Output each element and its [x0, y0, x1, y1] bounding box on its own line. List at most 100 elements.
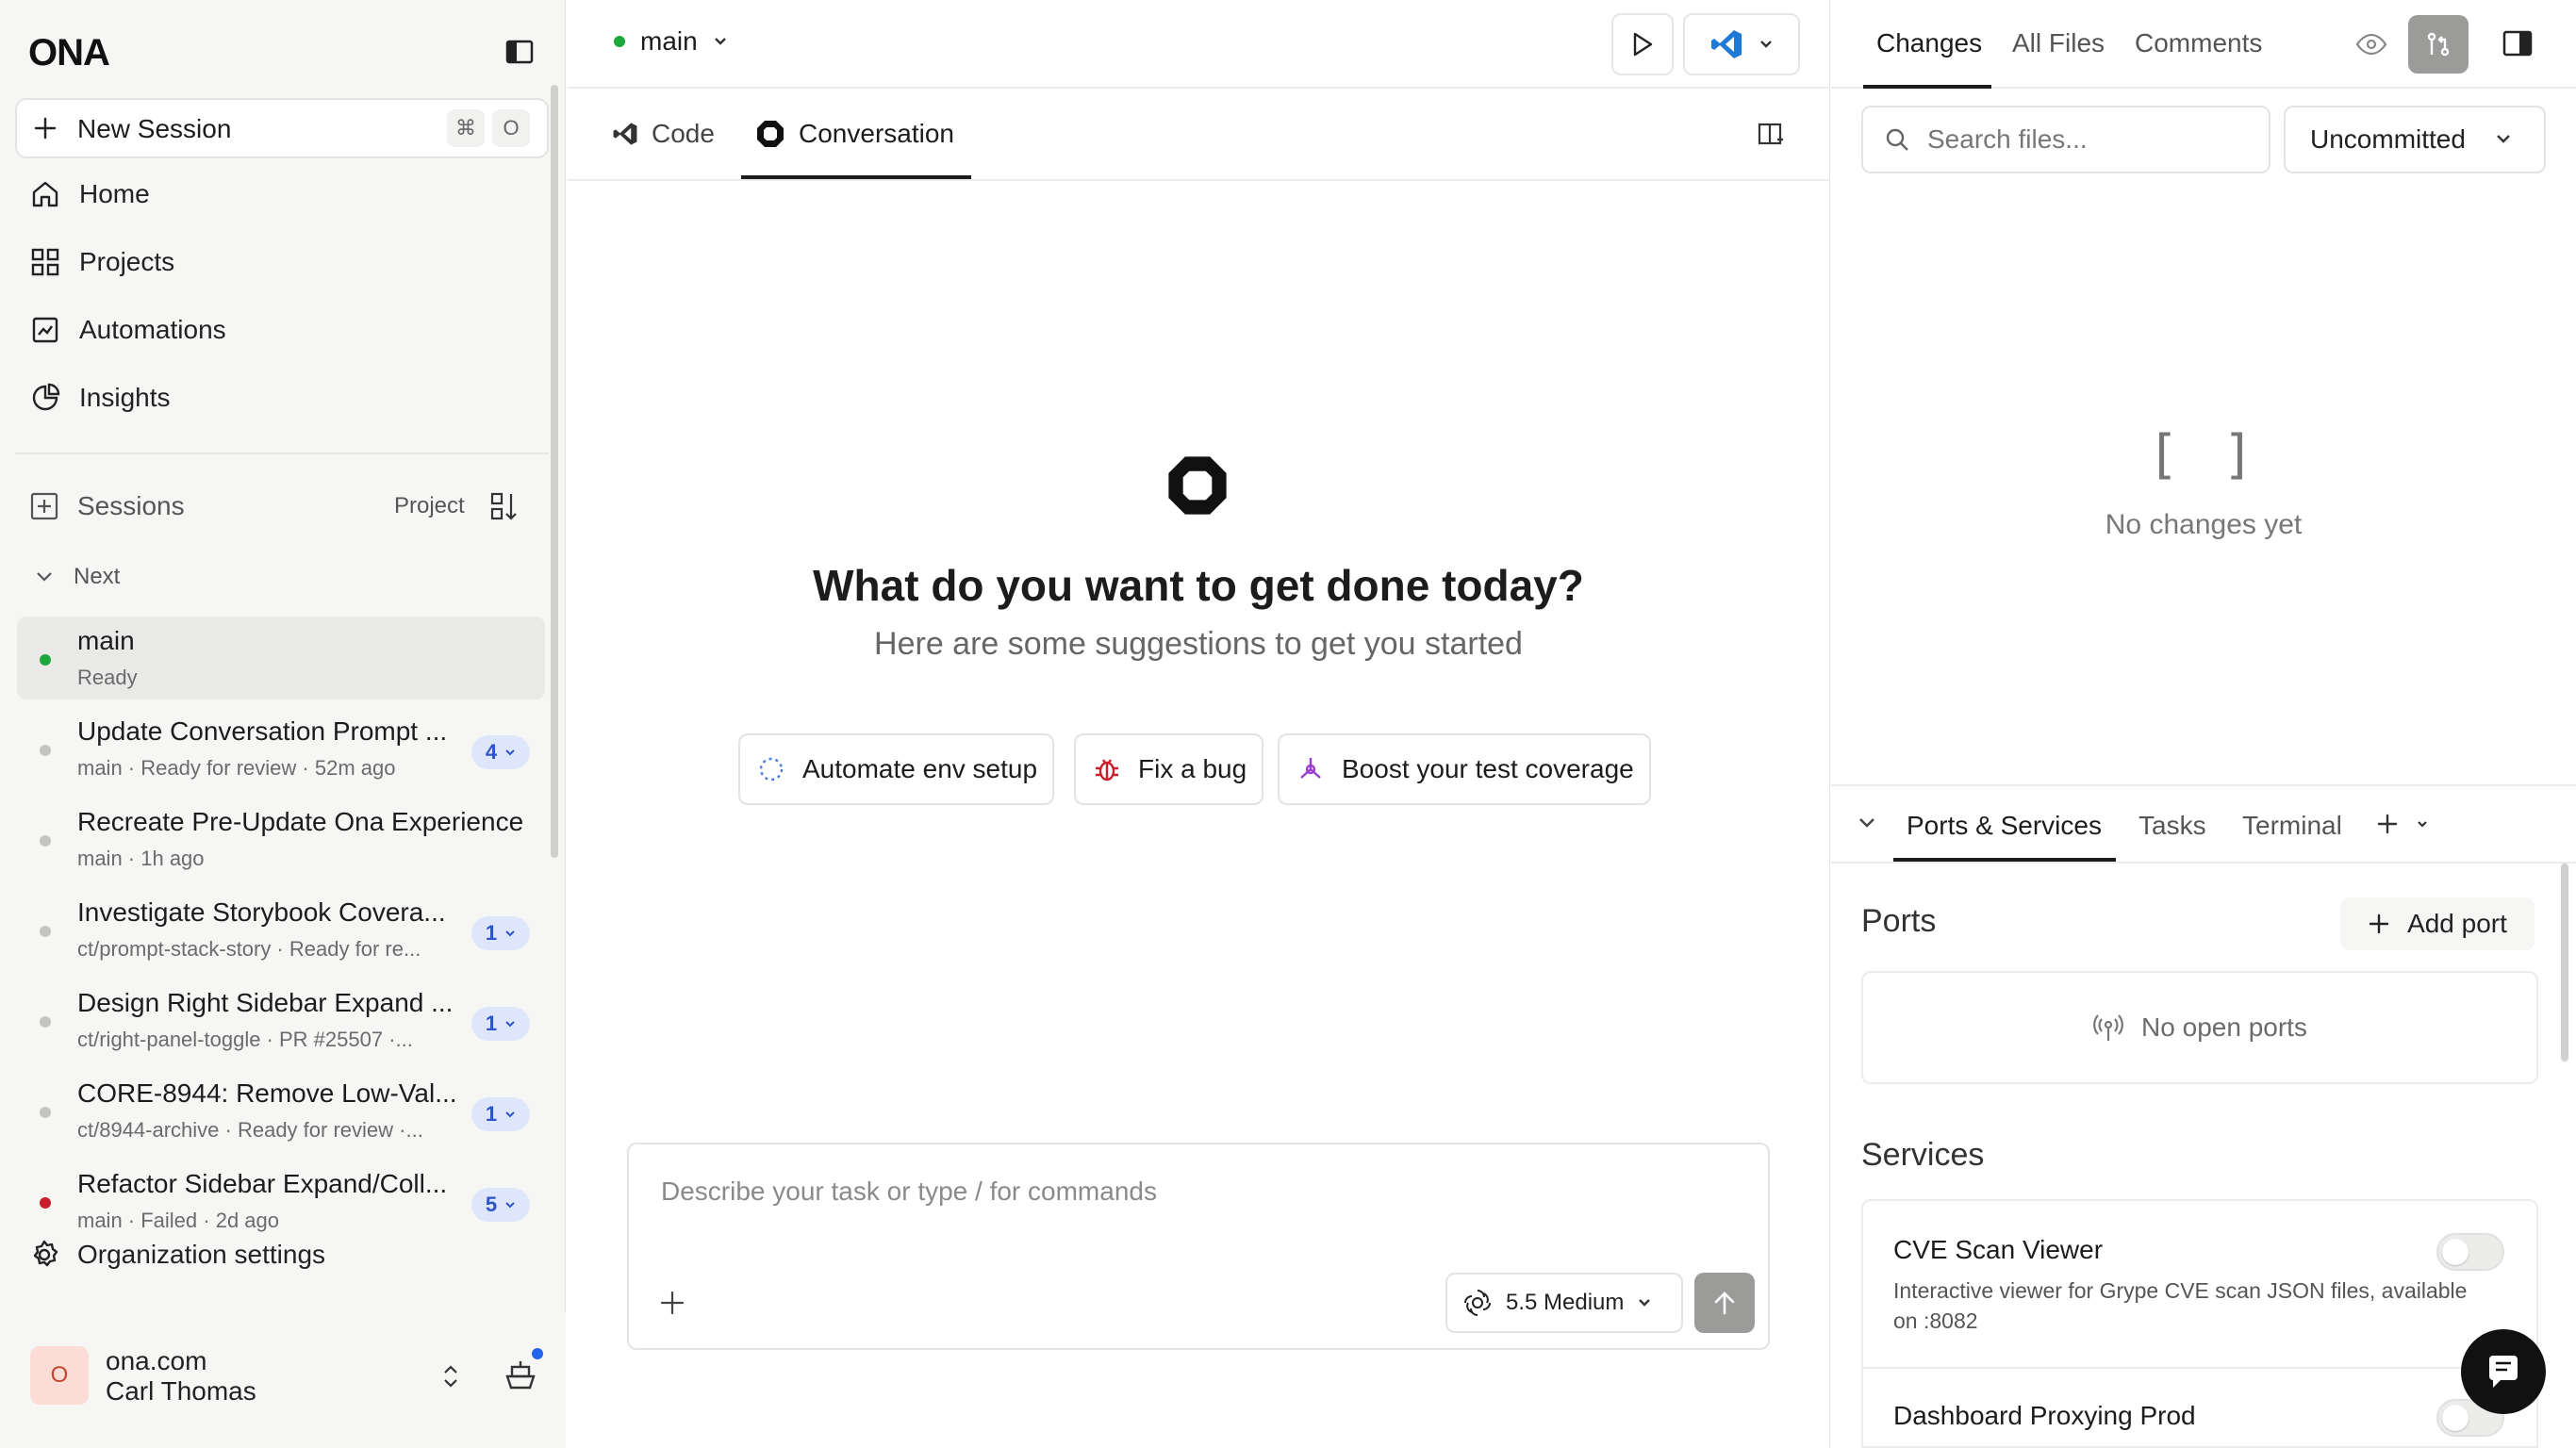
session-title: Investigate Storybook Covera... — [77, 897, 446, 927]
service-card[interactable]: Dashboard Proxying Prod — [1861, 1369, 2538, 1448]
tab-changes[interactable]: Changes — [1876, 28, 1982, 58]
chevron-down-icon — [505, 1202, 515, 1209]
session-status-dot — [40, 926, 51, 937]
active-tab-indicator — [741, 175, 971, 179]
panel-toggle-icon[interactable] — [2502, 30, 2533, 57]
badge-count: 1 — [485, 1012, 498, 1035]
empty-state-heading: What do you want to get done today? — [813, 561, 1584, 610]
service-card[interactable]: CVE Scan Viewer Interactive viewer for G… — [1861, 1199, 2538, 1369]
session-item[interactable]: CORE-8944: Remove Low-Val... ct/8944-arch… — [17, 1069, 545, 1152]
collapse-panel-icon[interactable] — [1858, 816, 1876, 830]
tab-comments[interactable]: Comments — [2135, 28, 2262, 58]
shortcut-cmd-key: ⌘ — [447, 109, 485, 147]
sidebar-scrollbar[interactable] — [551, 85, 558, 858]
tab-terminal[interactable]: Terminal — [2242, 811, 2342, 841]
tab-conversation-label: Conversation — [799, 119, 954, 148]
run-button[interactable] — [1611, 13, 1674, 75]
session-count-badge[interactable]: 4 — [471, 735, 530, 769]
ona-logo-icon — [1164, 452, 1230, 518]
suggestion-test-coverage[interactable]: Boost your test coverage — [1278, 733, 1651, 805]
add-session-icon[interactable] — [28, 490, 60, 522]
new-session-label: New Session — [77, 114, 232, 143]
add-tab-button[interactable] — [2376, 813, 2429, 835]
uncommitted-dropdown[interactable]: Uncommitted — [2284, 106, 2546, 173]
tab-ports-services[interactable]: Ports & Services — [1907, 811, 2102, 841]
nav-insights[interactable]: Insights — [28, 371, 171, 424]
new-session-button[interactable]: New Session ⌘ O — [15, 98, 549, 158]
service-toggle[interactable] — [2436, 1233, 2504, 1271]
service-name: Dashboard Proxying Prod — [1893, 1401, 2196, 1430]
nav-automations[interactable]: Automations — [28, 304, 226, 356]
filter-label: Uncommitted — [2310, 124, 2466, 154]
session-subtitle: Ready — [77, 666, 138, 689]
tab-tasks[interactable]: Tasks — [2138, 811, 2206, 841]
session-item[interactable]: Design Right Sidebar Expand ... ct/right-… — [17, 979, 545, 1061]
tab-conversation[interactable]: Conversation — [755, 119, 954, 149]
nav-projects[interactable]: Projects — [28, 236, 174, 288]
diff-view-button[interactable] — [2408, 15, 2469, 74]
session-item[interactable]: Update Conversation Prompt ... main · Rea… — [17, 707, 545, 790]
main-panel: main Code Conversation What do you want … — [567, 0, 1830, 1448]
open-in-editor-button[interactable] — [1683, 13, 1800, 75]
user-menu[interactable]: O ona.com Carl Thomas — [0, 1312, 566, 1448]
session-title: Design Right Sidebar Expand ... — [77, 988, 454, 1017]
session-count-badge[interactable]: 1 — [471, 1097, 530, 1131]
session-count-badge[interactable]: 1 — [471, 916, 530, 950]
session-subtitle: main · Failed · 2d ago — [77, 1209, 279, 1232]
session-item[interactable]: Refactor Sidebar Expand/Coll... main · Fa… — [17, 1160, 545, 1242]
session-title: Update Conversation Prompt ... — [77, 716, 448, 746]
chat-icon — [2482, 1350, 2525, 1393]
suggestion-fix-bug[interactable]: Fix a bug — [1074, 733, 1264, 805]
chevron-down-icon — [505, 1021, 515, 1028]
group-by-project[interactable]: Project — [394, 493, 465, 519]
send-button[interactable] — [1694, 1273, 1755, 1333]
sort-icon[interactable] — [488, 490, 520, 522]
session-item[interactable]: Investigate Storybook Covera... ct/prompt… — [17, 888, 545, 971]
session-count-badge[interactable]: 5 — [471, 1188, 530, 1222]
session-subtitle: ct/8944-archive · Ready for review ·... — [77, 1118, 423, 1142]
session-item[interactable]: Recreate Pre-Update Ona Experience main ·… — [17, 798, 545, 880]
model-label: 5.5 Medium — [1506, 1290, 1625, 1315]
chevron-down-icon — [1759, 40, 1774, 49]
flask-icon — [1296, 755, 1325, 783]
home-icon — [28, 177, 62, 211]
nav-insights-label: Insights — [79, 383, 171, 412]
suggestion-automate-env[interactable]: Automate env setup — [738, 733, 1055, 805]
collapse-sidebar-icon[interactable] — [505, 40, 534, 64]
organization-settings-link[interactable]: Organization settings — [28, 1239, 325, 1271]
right-panel: Changes All Files Comments Search files.… — [1831, 0, 2576, 1448]
session-count-badge[interactable]: 1 — [471, 1007, 530, 1041]
add-port-button[interactable]: Add port — [2340, 897, 2535, 950]
sessions-header: Sessions — [28, 490, 185, 522]
tab-all-files[interactable]: All Files — [2012, 28, 2105, 58]
group-next-toggle[interactable]: Next — [36, 564, 120, 590]
session-subtitle: ct/prompt-stack-story · Ready for re... — [77, 937, 421, 961]
search-files-input[interactable]: Search files... — [1861, 106, 2271, 173]
composer-input[interactable]: Describe your task or type / for command… — [661, 1176, 1157, 1207]
suggestion-label: Automate env setup — [802, 754, 1038, 783]
notification-dot — [532, 1348, 543, 1359]
layout-toggle-icon[interactable] — [1757, 121, 1785, 149]
branch-status-dot — [614, 36, 625, 47]
search-icon — [1884, 126, 1910, 153]
chevron-down-icon — [36, 571, 53, 583]
tab-code[interactable]: Code — [612, 119, 715, 149]
divider — [1831, 784, 2576, 786]
eye-icon[interactable] — [2355, 28, 2387, 60]
nav-home[interactable]: Home — [28, 168, 150, 221]
model-selector[interactable]: 5.5 Medium — [1445, 1273, 1683, 1333]
session-subtitle: main · 1h ago — [77, 847, 205, 870]
ship-icon[interactable] — [502, 1356, 539, 1393]
attach-plus-icon[interactable] — [659, 1290, 685, 1316]
branch-selector[interactable]: main — [614, 26, 728, 57]
session-status-dot — [40, 1197, 51, 1209]
chat-support-button[interactable] — [2461, 1329, 2546, 1414]
active-tab-indicator — [1863, 85, 1991, 89]
openai-icon — [1462, 1288, 1493, 1318]
session-item[interactable]: main Ready — [17, 617, 545, 699]
ports-title: Ports — [1861, 903, 1937, 939]
broadcast-icon — [2092, 1012, 2124, 1044]
panel-scrollbar[interactable] — [2561, 864, 2568, 1061]
grid-icon — [28, 245, 62, 279]
vscode-icon — [1709, 27, 1743, 61]
